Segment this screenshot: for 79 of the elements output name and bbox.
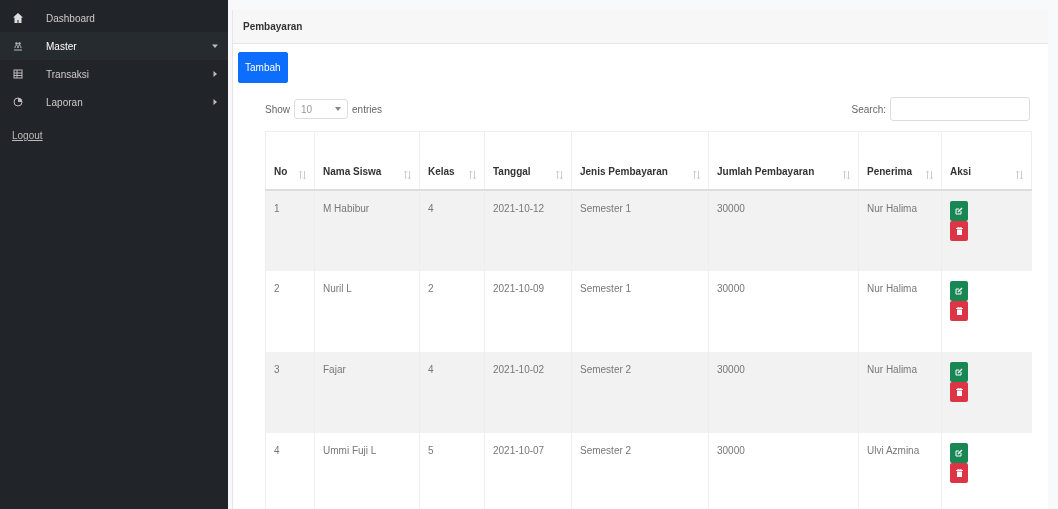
sort-icon[interactable] <box>1016 170 1023 179</box>
column-header[interactable]: Nama Siswa <box>323 163 382 179</box>
caret-icon <box>335 107 341 111</box>
table-cell: 4 <box>428 202 434 214</box>
sort-icon[interactable] <box>556 170 563 179</box>
table-cell: Fajar <box>323 363 346 375</box>
delete-button[interactable] <box>950 220 968 241</box>
table-cell: 30000 <box>717 444 745 456</box>
table-cell: 1 <box>274 202 280 214</box>
edit-button[interactable] <box>950 280 968 301</box>
table-cell: Semester 1 <box>580 282 632 294</box>
table-icon <box>12 68 24 80</box>
trash-icon <box>955 468 963 477</box>
delete-button[interactable] <box>950 300 968 321</box>
table-cell: Nur Halima <box>867 202 917 214</box>
chart-icon <box>12 96 24 108</box>
sort-icon[interactable] <box>843 170 850 179</box>
trash-icon <box>955 306 963 315</box>
table-cell: Ulvi Azmina <box>867 444 920 456</box>
table-cell: Semester 2 <box>580 363 632 375</box>
search-field[interactable] <box>890 97 1030 121</box>
table-cell: 3 <box>274 363 280 375</box>
column-header[interactable]: No <box>274 163 288 179</box>
column-header[interactable]: Aksi <box>950 163 972 179</box>
trash-icon <box>955 226 963 235</box>
table-cell: 30000 <box>717 363 745 375</box>
edit-icon <box>955 448 963 457</box>
column-header[interactable]: Jenis Pembayaran <box>580 163 668 179</box>
chevron-right-icon <box>212 99 218 105</box>
table-cell: 4 <box>428 363 434 375</box>
home-icon <box>12 12 24 24</box>
sort-icon[interactable] <box>299 170 306 179</box>
page-title: Pembayaran <box>233 10 1048 44</box>
delete-button[interactable] <box>950 381 968 402</box>
sort-icon[interactable] <box>926 170 933 179</box>
table-cell: 2021-10-09 <box>493 282 545 294</box>
entries-label: entries <box>352 102 383 117</box>
sort-icon[interactable] <box>693 170 700 179</box>
table-cell: 2021-10-12 <box>493 202 545 214</box>
table-cell: 4 <box>274 444 280 456</box>
add-button[interactable]: Tambah <box>238 52 288 83</box>
sidebar-item[interactable]: Dashboard <box>0 4 228 32</box>
table-cell: M Habibur <box>323 202 370 214</box>
column-header[interactable]: Tanggal <box>493 163 531 179</box>
trash-icon <box>955 387 963 396</box>
sidebar-item[interactable]: Laporan <box>0 88 228 116</box>
edit-icon <box>955 286 963 295</box>
edit-button[interactable] <box>950 200 968 221</box>
table-cell: 2021-10-02 <box>493 363 545 375</box>
chevron-right-icon <box>212 71 218 77</box>
column-header[interactable]: Jumlah Pembayaran <box>717 163 815 179</box>
table-cell: 30000 <box>717 282 745 294</box>
table-cell: 5 <box>428 444 434 456</box>
table-cell: 2021-10-07 <box>493 444 545 456</box>
column-header[interactable]: Penerima <box>867 163 913 179</box>
edit-button[interactable] <box>950 361 968 382</box>
edit-icon <box>955 206 963 215</box>
table-cell: Nur Halima <box>867 282 917 294</box>
sidebar-item[interactable]: Master <box>0 32 228 60</box>
table-cell: Nur Halima <box>867 363 917 375</box>
show-label: Show <box>265 102 290 117</box>
edit-icon <box>955 367 963 376</box>
column-header[interactable]: Kelas <box>428 163 455 179</box>
search-label: Search: <box>851 102 886 117</box>
table-cell: Nuril L <box>323 282 352 294</box>
table-cell: Semester 2 <box>580 444 632 456</box>
edit-button[interactable] <box>950 442 968 463</box>
people-icon <box>12 40 24 52</box>
table-cell: 30000 <box>717 202 745 214</box>
sidebar-item[interactable]: Transaksi <box>0 60 228 88</box>
logout-link[interactable]: Logout <box>0 116 55 155</box>
sort-icon[interactable] <box>469 170 476 179</box>
sort-icon[interactable] <box>404 170 411 179</box>
table-cell: Semester 1 <box>580 202 632 214</box>
delete-button[interactable] <box>950 462 968 483</box>
table-cell: Ummi Fuji L <box>323 444 377 456</box>
table-cell: 2 <box>428 282 434 294</box>
chevron-down-icon <box>212 43 218 49</box>
table-cell: 2 <box>274 282 280 294</box>
